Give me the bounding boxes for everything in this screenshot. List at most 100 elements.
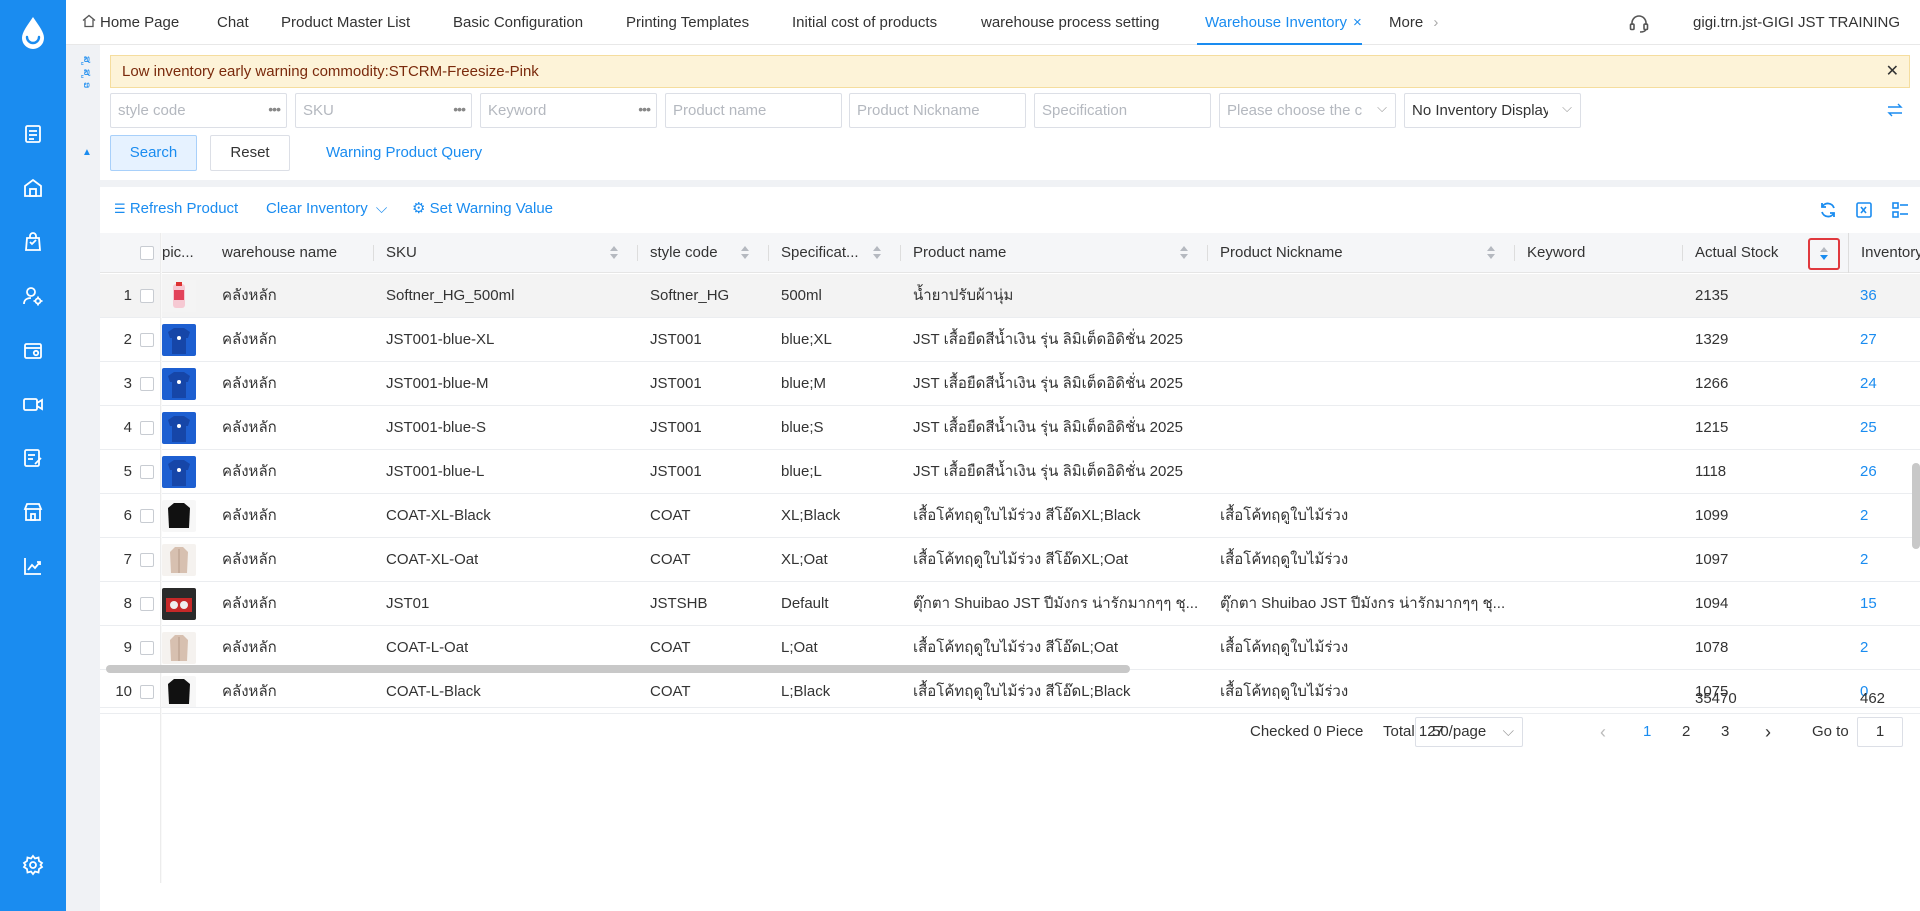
export-excel-icon[interactable] [1854, 200, 1874, 220]
tab-product-master-list[interactable]: Product Master List [281, 0, 410, 45]
col-inventory[interactable]: Inventory [1848, 233, 1920, 273]
sku-input[interactable] [296, 94, 471, 127]
product-thumbnail[interactable] [162, 412, 196, 444]
product-thumbnail[interactable] [162, 588, 196, 620]
goto-page-input[interactable]: 1 [1857, 717, 1903, 747]
cell-inventory[interactable]: 27 [1860, 318, 1877, 362]
row-checkbox[interactable] [140, 289, 154, 303]
user-account[interactable]: gigi.trn.jst-GIGI JST TRAINING [1693, 0, 1900, 45]
reset-button[interactable]: Reset [210, 135, 290, 171]
cell-inventory[interactable]: 2 [1860, 626, 1868, 670]
cell-inventory[interactable]: 2 [1860, 494, 1868, 538]
package-settings-icon[interactable] [21, 338, 45, 362]
col-product-nickname[interactable]: Product Nickname [1208, 233, 1515, 273]
table-row[interactable]: 7 คลังหลัก COAT-XL-Oat COAT XL;Oat เสื้อโค้ทฤ… [100, 538, 1920, 582]
style-code-field[interactable]: ••• [110, 93, 287, 128]
select-all-checkbox[interactable] [140, 246, 154, 260]
row-checkbox[interactable] [140, 465, 154, 479]
document-list-icon[interactable] [21, 122, 45, 146]
search-button[interactable]: Search [110, 135, 197, 171]
tab-warehouse-inventory[interactable]: Warehouse Inventory × [1197, 0, 1362, 45]
choose-select-input[interactable] [1220, 94, 1370, 127]
cell-inventory[interactable]: 26 [1860, 450, 1877, 494]
gear-icon[interactable] [21, 853, 45, 877]
product-name-input[interactable] [666, 94, 841, 127]
tab-warehouse-process[interactable]: warehouse process setting [981, 0, 1159, 45]
table-row[interactable]: 8 คลังหลัก JST01 JSTSHB Default ตุ๊กตา Shuiba… [100, 582, 1920, 626]
tab-printing-templates[interactable]: Printing Templates [626, 0, 749, 45]
col-picture[interactable]: pic... [162, 233, 198, 273]
cell-inventory[interactable]: 36 [1860, 274, 1877, 318]
keyword-field[interactable]: ••• [480, 93, 657, 128]
tab-home[interactable]: Home Page [82, 0, 179, 45]
inventory-display-input[interactable] [1405, 94, 1555, 127]
table-row[interactable]: 2 คลังหลัก JST001-blue-XL JST001 blue;XL JST … [100, 318, 1920, 362]
more-options-icon[interactable]: ••• [453, 101, 466, 117]
trend-chart-icon[interactable] [21, 554, 45, 578]
next-page-button[interactable]: › [1765, 708, 1771, 756]
set-warning-value-button[interactable]: ⚙ Set Warning Value [412, 197, 553, 221]
choose-select[interactable]: ⌵ [1219, 93, 1396, 128]
page-1-button[interactable]: 1 [1643, 708, 1651, 756]
row-checkbox[interactable] [140, 421, 154, 435]
video-camera-icon[interactable] [21, 392, 45, 416]
inventory-display-select[interactable]: ⌵ [1404, 93, 1581, 128]
column-settings-icon[interactable] [1890, 200, 1910, 220]
product-nickname-input[interactable] [850, 94, 1025, 127]
more-options-icon[interactable]: ••• [268, 101, 281, 117]
row-checkbox[interactable] [140, 641, 154, 655]
more-options-icon[interactable]: ••• [638, 101, 651, 117]
sort-icon[interactable] [1179, 245, 1189, 261]
col-keyword[interactable]: Keyword [1515, 233, 1683, 273]
cell-inventory[interactable]: 2 [1860, 538, 1868, 582]
sort-icon[interactable] [1486, 245, 1496, 261]
expand-arrow-icon[interactable]: ▲ [82, 147, 92, 158]
actual-stock-sort-highlight[interactable] [1808, 238, 1840, 270]
col-product-name[interactable]: Product name [901, 233, 1208, 273]
shopping-bag-icon[interactable] [21, 230, 45, 254]
warehouse-icon[interactable] [21, 176, 45, 200]
droplet-logo-icon[interactable] [19, 16, 47, 50]
tab-basic-configuration[interactable]: Basic Configuration [453, 0, 583, 45]
table-row[interactable]: 6 คลังหลัก COAT-XL-Black COAT XL;Black เสื้อโ… [100, 494, 1920, 538]
product-name-field[interactable] [665, 93, 842, 128]
close-alert-icon[interactable]: ✕ [1886, 56, 1899, 87]
warning-product-query-link[interactable]: Warning Product Query [326, 135, 482, 171]
style-code-input[interactable] [111, 94, 286, 127]
col-specification[interactable]: Specificat... [769, 233, 901, 273]
row-checkbox[interactable] [140, 509, 154, 523]
prev-page-button[interactable]: ‹ [1600, 708, 1606, 756]
refresh-product-button[interactable]: ☰ Refresh Product [114, 197, 238, 221]
row-checkbox[interactable] [140, 377, 154, 391]
edit-list-icon[interactable] [21, 446, 45, 470]
col-warehouse-name[interactable]: warehouse name [210, 233, 374, 273]
specification-field[interactable] [1034, 93, 1211, 128]
sort-icon[interactable] [1819, 246, 1829, 262]
sort-icon[interactable] [609, 245, 619, 261]
keyword-input[interactable] [481, 94, 656, 127]
refresh-icon[interactable] [1818, 200, 1838, 220]
store-icon[interactable] [21, 500, 45, 524]
swap-arrows-icon[interactable] [1886, 101, 1904, 119]
col-style-code[interactable]: style code [638, 233, 769, 273]
sort-icon[interactable] [872, 245, 882, 261]
table-row[interactable]: 9 คลังหลัก COAT-L-Oat COAT L;Oat เสื้อโค้ทฤดู… [100, 626, 1920, 670]
product-thumbnail[interactable] [162, 500, 196, 532]
row-checkbox[interactable] [140, 597, 154, 611]
product-thumbnail[interactable] [162, 544, 196, 576]
tab-initial-cost[interactable]: Initial cost of products [792, 0, 937, 45]
row-checkbox[interactable] [140, 553, 154, 567]
page-2-button[interactable]: 2 [1682, 708, 1690, 756]
table-row[interactable]: 3 คลังหลัก JST001-blue-M JST001 blue;M JST เส… [100, 362, 1920, 406]
cell-inventory[interactable]: 24 [1860, 362, 1877, 406]
sort-icon[interactable] [740, 245, 750, 261]
product-thumbnail[interactable] [162, 456, 196, 488]
tab-chat[interactable]: Chat [217, 0, 249, 45]
headset-icon[interactable] [1628, 12, 1650, 34]
tab-more[interactable]: More › [1389, 0, 1438, 45]
collapsed-panel-toggle[interactable]: ສ ູ ສ ູ ອ [78, 56, 92, 156]
vertical-scrollbar[interactable] [1912, 463, 1920, 549]
col-sku[interactable]: SKU [374, 233, 638, 273]
product-thumbnail[interactable] [162, 324, 196, 356]
page-size-select[interactable]: 50/page ⌵ [1415, 717, 1523, 747]
